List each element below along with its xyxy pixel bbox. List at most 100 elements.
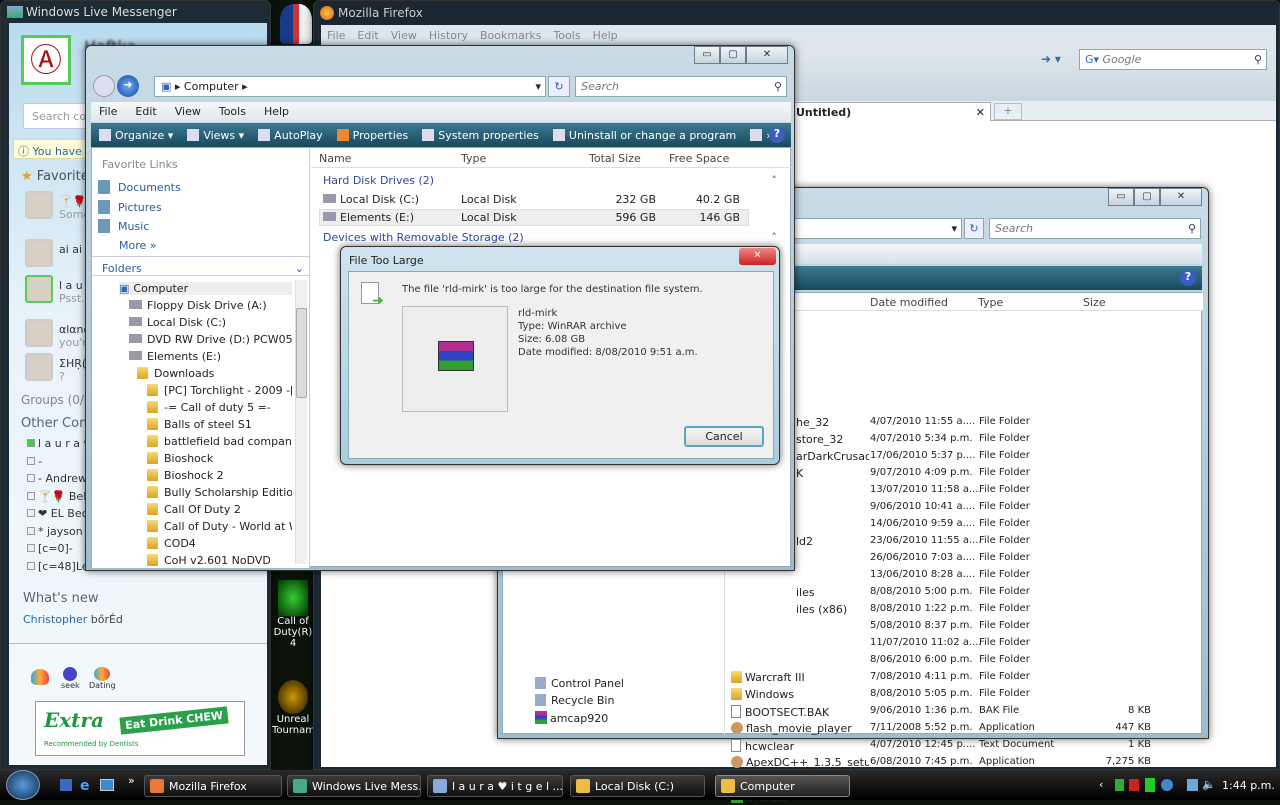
close-button[interactable]: ✕ — [1160, 188, 1202, 206]
folder-tree-item[interactable]: COD4 — [147, 537, 292, 550]
messenger-tray-icon[interactable] — [1161, 779, 1173, 791]
other-contact[interactable]: [c=0]- — [27, 542, 73, 555]
firefox-menu-item[interactable]: History — [429, 29, 468, 42]
favorite-contact[interactable]: ƩHŖ(? — [59, 357, 86, 383]
folder-tree-item[interactable]: battlefield bad company 2 — [147, 435, 292, 448]
desktop-icon-call-of-duty[interactable]: Call of Duty(R) 4 — [272, 580, 314, 649]
nav-item[interactable]: amcap920 — [535, 711, 608, 725]
adobe-icon[interactable] — [1129, 779, 1139, 791]
column-header[interactable]: Free Space — [669, 152, 729, 165]
folders-header[interactable]: Folders ⌄ — [92, 256, 310, 276]
tab-untitled[interactable]: Untitled) ✕ — [791, 102, 991, 121]
address-bar[interactable]: ▣ ▸ Computer ▸ ▾ — [154, 76, 546, 97]
command-button[interactable]: Organize ▾ — [99, 128, 173, 142]
nav-item[interactable]: Recycle Bin — [535, 694, 614, 707]
contact-avatar[interactable] — [25, 275, 53, 303]
breadcrumb-computer[interactable]: Computer — [184, 80, 239, 93]
switch-windows-icon[interactable] — [100, 779, 114, 791]
column-header[interactable]: Total Size — [589, 152, 641, 165]
taskbar-button[interactable]: Computer — [715, 775, 850, 797]
folder-tree-item[interactable]: -= Call of duty 5 =- — [147, 401, 292, 414]
maximize-button[interactable]: ▢ — [1134, 188, 1160, 206]
command-button[interactable]: Views ▾ — [187, 128, 244, 142]
tray-expand-icon[interactable]: ‹ — [1099, 778, 1103, 791]
other-contact[interactable]: - — [27, 455, 42, 468]
other-contact[interactable]: ❤ EL Bec — [27, 507, 88, 520]
menu-item[interactable]: File — [99, 105, 117, 119]
folder-tree-item[interactable]: [PC] Torchlight - 2009 -[ESP — [147, 384, 292, 397]
minimize-button[interactable]: ▭ — [694, 46, 720, 64]
folder-tree-item[interactable]: Floppy Disk Drive (A:) — [129, 299, 292, 312]
minimize-button[interactable]: ▭ — [1108, 188, 1134, 206]
more-link[interactable]: More » — [119, 239, 157, 252]
menu-item[interactable]: Edit — [135, 105, 156, 119]
folder-tree-item[interactable]: ▣ Computer — [119, 282, 292, 295]
seek-link[interactable]: seek — [61, 667, 80, 690]
favorite-contact[interactable]: ai ai — [59, 243, 82, 256]
firefox-search-input[interactable]: G▾ Google ⚲ — [1079, 49, 1267, 70]
folder-tree-item[interactable]: Balls of steel S1 — [147, 418, 292, 431]
contact-avatar[interactable] — [25, 319, 53, 347]
favorite-link[interactable]: Music — [98, 219, 149, 233]
connection-icon[interactable] — [1187, 779, 1198, 791]
column-header[interactable]: Name — [319, 152, 351, 165]
group-hard-disk-drives[interactable]: Hard Disk Drives (2) ˄ — [323, 174, 783, 187]
news-item[interactable]: Christopher bőrÉd — [23, 613, 123, 626]
msn-butterfly-icon[interactable] — [31, 669, 49, 685]
folder-tree-item[interactable]: Bully Scholarship Edition — [147, 486, 292, 499]
cancel-button[interactable]: Cancel — [684, 426, 764, 447]
avatar[interactable]: Ⓐ — [21, 35, 71, 85]
new-tab-button[interactable]: + — [994, 103, 1022, 120]
firefox-menu-item[interactable]: Help — [593, 29, 618, 42]
taskbar-button[interactable]: l a u r a ♥ i t g e l ... — [427, 775, 563, 797]
menu-item[interactable]: Help — [264, 105, 289, 119]
command-button[interactable]: Uninstall or change a program — [552, 128, 736, 142]
contact-avatar[interactable] — [25, 353, 53, 381]
refresh-button[interactable]: ↻ — [548, 76, 570, 97]
folder-tree-item[interactable]: Downloads — [137, 367, 292, 380]
command-button[interactable]: System properties — [422, 128, 539, 142]
column-header[interactable]: Type — [978, 296, 1003, 309]
favorite-link[interactable]: Documents — [98, 180, 181, 194]
clock[interactable]: 1:44 p.m. — [1222, 779, 1275, 792]
search-input[interactable]: Search ⚲ — [989, 218, 1201, 239]
back-button[interactable] — [93, 75, 115, 97]
other-contact[interactable]: 🍸🌹 Bell — [27, 490, 89, 503]
advertisement-banner[interactable]: Extra Eat Drink CHEW Recommended by Dent… — [35, 701, 245, 756]
folder-tree-item[interactable]: DVD RW Drive (D:) PCW0510DV — [129, 333, 292, 346]
folder-tree-item[interactable]: Bioshock 2 — [147, 469, 292, 482]
firefox-menu-item[interactable]: Edit — [357, 29, 378, 42]
network-icon[interactable] — [1115, 779, 1124, 791]
menu-item[interactable]: Tools — [219, 105, 246, 119]
favorite-contact[interactable]: l a u Psst. — [59, 279, 85, 305]
folder-tree-item[interactable]: Call Of Duty 2 — [147, 503, 292, 516]
desktop-icon-unreal-tournament[interactable]: Unreal Tournam — [272, 680, 314, 736]
help-icon[interactable]: ? — [769, 127, 785, 143]
firefox-menu-item[interactable]: Bookmarks — [480, 29, 541, 42]
column-header[interactable]: Date modified — [870, 296, 948, 309]
taskbar-button[interactable]: Mozilla Firefox — [144, 775, 282, 797]
refresh-button[interactable]: ↻ — [964, 218, 984, 239]
firefox-menu-item[interactable]: File — [327, 29, 345, 42]
favorites-header[interactable]: ★ Favorite — [21, 169, 89, 184]
other-contacts-header[interactable]: Other Cont — [21, 416, 92, 431]
column-header[interactable]: Size — [1083, 296, 1106, 309]
command-button[interactable]: AutoPlay — [258, 128, 323, 142]
start-button[interactable] — [6, 770, 40, 800]
dialog-close-button[interactable]: ✕ — [739, 248, 776, 265]
contact-avatar[interactable] — [25, 191, 53, 219]
contact-avatar[interactable] — [25, 239, 53, 267]
search-input[interactable]: Search ⚲ — [575, 76, 787, 97]
firefox-menu-item[interactable]: Tools — [553, 29, 580, 42]
desktop-icon-flag[interactable] — [280, 4, 312, 44]
nav-item[interactable]: Control Panel — [535, 677, 624, 690]
command-button[interactable]: Properties — [336, 128, 408, 142]
close-button[interactable]: ✕ — [746, 46, 788, 64]
maximize-button[interactable]: ▢ — [720, 46, 746, 64]
folder-tree-item[interactable]: Local Disk (C:) — [129, 316, 292, 329]
help-icon[interactable]: ? — [1180, 270, 1196, 286]
battery-icon[interactable] — [1145, 778, 1155, 792]
menu-item[interactable]: View — [175, 105, 201, 119]
internet-explorer-icon[interactable]: e — [80, 778, 90, 794]
groups-header[interactable]: Groups (0/0 — [21, 393, 92, 407]
